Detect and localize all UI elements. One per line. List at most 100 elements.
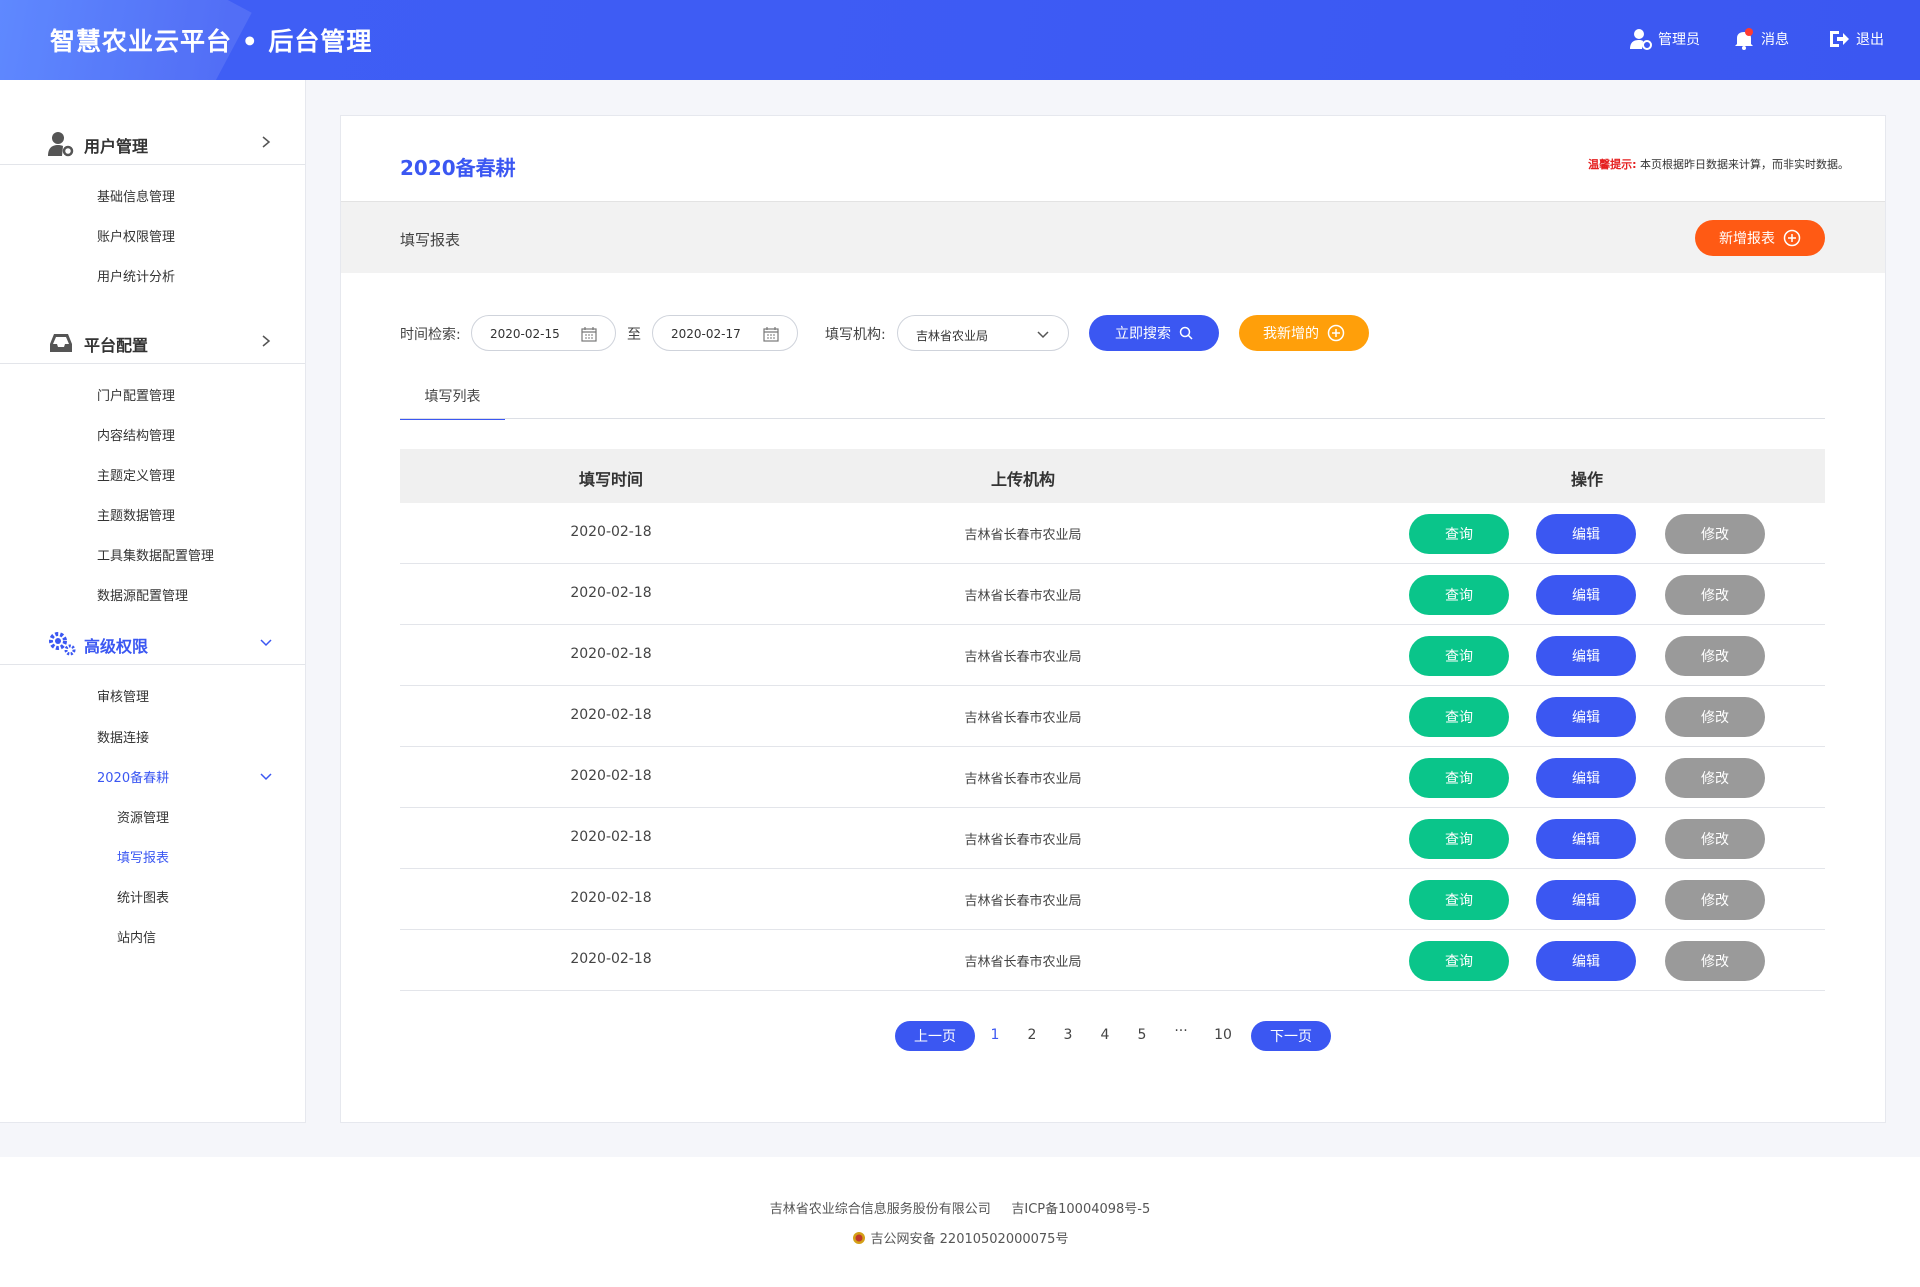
sidebar-item-data-connection[interactable]: 数据连接 bbox=[97, 727, 149, 746]
query-button[interactable]: 查询 bbox=[1409, 514, 1509, 554]
cell-date: 2020-02-18 bbox=[570, 951, 652, 967]
user-gear-icon bbox=[48, 132, 74, 157]
search-button-label: 立即搜索 bbox=[1115, 326, 1171, 342]
page-number-10[interactable]: 10 bbox=[1214, 1027, 1232, 1043]
edit-button[interactable]: 编辑 bbox=[1536, 819, 1636, 859]
prev-page-button[interactable]: 上一页 bbox=[895, 1021, 975, 1051]
cell-org: 吉林省长春市农业局 bbox=[964, 528, 1082, 543]
my-added-button[interactable]: 我新增的 bbox=[1239, 315, 1369, 351]
modify-button[interactable]: 修改 bbox=[1665, 575, 1765, 615]
date-from-value: 2020-02-15 bbox=[490, 327, 560, 341]
page-title: 2020备春耕 bbox=[400, 156, 516, 180]
pagination: 上一页 1 2 3 4 5 ··· 10 下一页 bbox=[341, 1021, 1887, 1051]
gears-icon bbox=[49, 632, 76, 656]
sidebar-group-platform-config[interactable]: 平台配置 bbox=[0, 324, 305, 364]
cell-date: 2020-02-18 bbox=[570, 768, 652, 784]
org-filter-label: 填写机构: bbox=[825, 327, 886, 343]
query-button[interactable]: 查询 bbox=[1409, 941, 1509, 981]
modify-button[interactable]: 修改 bbox=[1665, 758, 1765, 798]
tip-notice: 温馨提示: 本页根据昨日数据来计算，而非实时数据。 bbox=[1588, 156, 1849, 172]
tab-fill-list[interactable]: 填写列表 bbox=[400, 376, 505, 420]
org-select[interactable]: 吉林省农业局 bbox=[897, 315, 1069, 351]
top-header: 智慧农业云平台 • 后台管理 管理员 消息 退出 bbox=[0, 0, 1920, 80]
admin-menu[interactable]: 管理员 bbox=[1630, 28, 1700, 50]
modify-button[interactable]: 修改 bbox=[1665, 819, 1765, 859]
query-button[interactable]: 查询 bbox=[1409, 697, 1509, 737]
table-row: 2020-02-18 吉林省长春市农业局 查询 编辑 修改 bbox=[400, 808, 1825, 869]
modify-button[interactable]: 修改 bbox=[1665, 697, 1765, 737]
table-row: 2020-02-18 吉林省长春市农业局 查询 编辑 修改 bbox=[400, 625, 1825, 686]
footer-line-company: 吉林省农业综合信息服务股份有限公司 吉ICP备10004098号-5 bbox=[0, 1198, 1920, 1217]
page-ellipsis: ··· bbox=[1174, 1023, 1188, 1039]
plus-circle-icon bbox=[1783, 229, 1801, 247]
modify-button[interactable]: 修改 bbox=[1665, 941, 1765, 981]
message-menu[interactable]: 消息 bbox=[1733, 28, 1789, 50]
page-number-4[interactable]: 4 bbox=[1101, 1027, 1110, 1043]
table-row: 2020-02-18 吉林省长春市农业局 查询 编辑 修改 bbox=[400, 869, 1825, 930]
police-badge-icon bbox=[852, 1231, 865, 1244]
sidebar-item-inbox[interactable]: 站内信 bbox=[117, 927, 156, 946]
sidebar-group-advanced-permission[interactable]: 高级权限 bbox=[0, 625, 305, 665]
admin-label: 管理员 bbox=[1658, 32, 1700, 48]
query-button[interactable]: 查询 bbox=[1409, 575, 1509, 615]
search-button[interactable]: 立即搜索 bbox=[1089, 315, 1219, 351]
next-page-button[interactable]: 下一页 bbox=[1251, 1021, 1331, 1051]
edit-button[interactable]: 编辑 bbox=[1536, 880, 1636, 920]
sidebar-group-label: 高级权限 bbox=[84, 637, 149, 656]
sidebar-item-account-permission[interactable]: 账户权限管理 bbox=[97, 226, 175, 245]
sidebar-item-stat-charts[interactable]: 统计图表 bbox=[117, 887, 169, 906]
logout-label: 退出 bbox=[1856, 32, 1884, 48]
page-number-5[interactable]: 5 bbox=[1138, 1027, 1147, 1043]
cell-org: 吉林省长春市农业局 bbox=[964, 894, 1082, 909]
logout-button[interactable]: 退出 bbox=[1828, 28, 1884, 50]
footer-police[interactable]: 吉公网安备 22010502000075号 bbox=[871, 1228, 1069, 1247]
page-number-3[interactable]: 3 bbox=[1064, 1027, 1073, 1043]
modify-button[interactable]: 修改 bbox=[1665, 880, 1765, 920]
footer-icp[interactable]: 吉ICP备10004098号-5 bbox=[1011, 1202, 1150, 1217]
chevron-down-icon bbox=[260, 773, 272, 781]
sidebar-item-fill-report[interactable]: 填写报表 bbox=[117, 847, 169, 866]
edit-button[interactable]: 编辑 bbox=[1536, 575, 1636, 615]
edit-button[interactable]: 编辑 bbox=[1536, 697, 1636, 737]
date-to-input[interactable]: 2020-02-17 bbox=[652, 315, 798, 351]
add-report-button[interactable]: 新增报表 bbox=[1695, 220, 1825, 256]
page-number-2[interactable]: 2 bbox=[1028, 1027, 1037, 1043]
sidebar-item-datasource-config[interactable]: 数据源配置管理 bbox=[97, 585, 188, 604]
modify-button[interactable]: 修改 bbox=[1665, 636, 1765, 676]
sidebar-item-portal-config[interactable]: 门户配置管理 bbox=[97, 385, 175, 404]
edit-button[interactable]: 编辑 bbox=[1536, 636, 1636, 676]
chevron-down-icon bbox=[1037, 331, 1049, 339]
sidebar-item-theme-data[interactable]: 主题数据管理 bbox=[97, 505, 175, 524]
query-button[interactable]: 查询 bbox=[1409, 880, 1509, 920]
sidebar-item-label: 2020备春耕 bbox=[97, 771, 170, 786]
sidebar-item-toolset-config[interactable]: 工具集数据配置管理 bbox=[97, 545, 214, 564]
page-number-1[interactable]: 1 bbox=[991, 1027, 1000, 1043]
edit-button[interactable]: 编辑 bbox=[1536, 514, 1636, 554]
query-button[interactable]: 查询 bbox=[1409, 758, 1509, 798]
chevron-right-icon bbox=[262, 136, 271, 148]
edit-button[interactable]: 编辑 bbox=[1536, 758, 1636, 798]
column-header-time: 填写时间 bbox=[578, 470, 644, 489]
date-from-input[interactable]: 2020-02-15 bbox=[471, 315, 616, 351]
time-filter-label: 时间检索: bbox=[400, 327, 461, 343]
bell-icon bbox=[1735, 28, 1753, 50]
sidebar-group-user-management[interactable]: 用户管理 bbox=[0, 125, 305, 165]
chevron-right-icon bbox=[262, 335, 271, 347]
table-row: 2020-02-18 吉林省长春市农业局 查询 编辑 修改 bbox=[400, 564, 1825, 625]
sidebar-item-audit[interactable]: 审核管理 bbox=[97, 686, 149, 705]
query-button[interactable]: 查询 bbox=[1409, 819, 1509, 859]
sidebar-item-theme-definition[interactable]: 主题定义管理 bbox=[97, 465, 175, 484]
edit-button[interactable]: 编辑 bbox=[1536, 941, 1636, 981]
sidebar-item-user-stats[interactable]: 用户统计分析 bbox=[97, 266, 175, 285]
sidebar-item-spring-plowing[interactable]: 2020备春耕 bbox=[97, 767, 272, 786]
sidebar-item-basic-info[interactable]: 基础信息管理 bbox=[97, 186, 175, 205]
cell-date: 2020-02-18 bbox=[570, 585, 652, 601]
search-icon bbox=[1179, 326, 1193, 340]
main-panel: 2020备春耕 温馨提示: 本页根据昨日数据来计算，而非实时数据。 填写报表 新… bbox=[340, 115, 1886, 1123]
modify-button[interactable]: 修改 bbox=[1665, 514, 1765, 554]
query-button[interactable]: 查询 bbox=[1409, 636, 1509, 676]
sidebar-item-resource-management[interactable]: 资源管理 bbox=[117, 807, 169, 826]
table-row: 2020-02-18 吉林省长春市农业局 查询 编辑 修改 bbox=[400, 747, 1825, 808]
sidebar-item-content-structure[interactable]: 内容结构管理 bbox=[97, 425, 175, 444]
table-header: 填写时间 上传机构 操作 bbox=[400, 449, 1825, 503]
